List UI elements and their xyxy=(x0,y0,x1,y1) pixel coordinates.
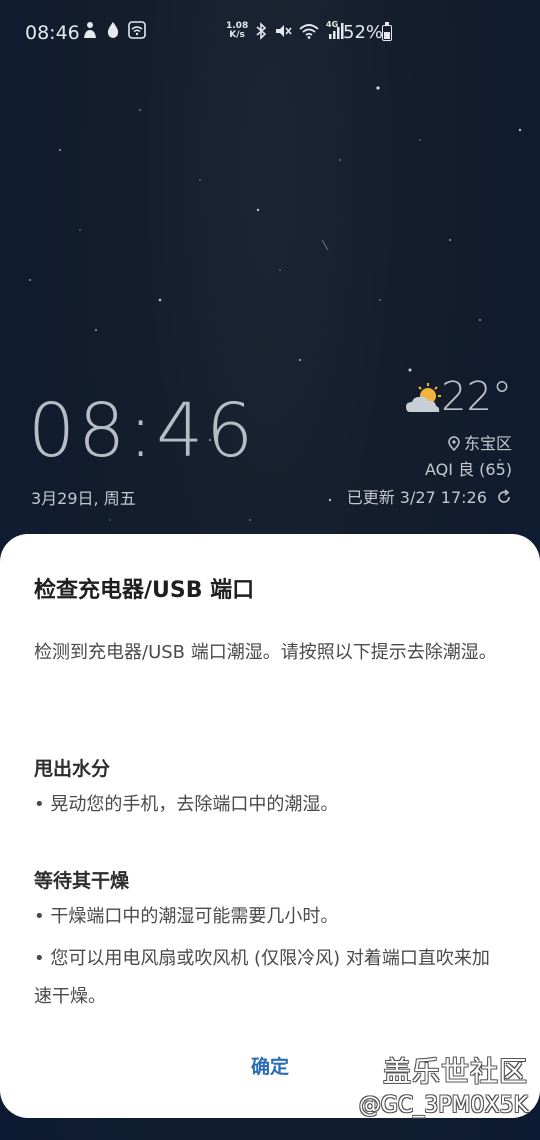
section-item-dry-fan: • 您可以用电风扇或吹风机 (仅限冷风) 对着端口直吹来加速干燥。 xyxy=(34,948,490,1007)
weather-location-label: 东宝区 xyxy=(463,434,512,453)
section-heading-dry: 等待其干燥 xyxy=(34,870,130,892)
section-item-shake: • 晃动您的手机，去除端口中的潮湿。 xyxy=(34,794,339,815)
section-heading-shake: 甩出水分 xyxy=(34,758,111,780)
dialog-message: 检测到充电器/USB 端口潮湿。请按照以下提示去除潮湿。 xyxy=(34,642,497,663)
battery-fill xyxy=(384,31,390,39)
weather-updated: 已更新 3/27 17:26 xyxy=(347,484,512,508)
net-speed-unit: K/s xyxy=(229,30,245,40)
water-drop-icon xyxy=(107,22,119,38)
partly-cloudy-icon xyxy=(406,383,441,412)
battery-percent: 52% xyxy=(343,22,384,43)
lockscreen-date: 3月29日, 周五 xyxy=(31,489,136,508)
ok-button[interactable]: 确定 xyxy=(220,1044,320,1090)
signal-4g-icon: 4G xyxy=(326,20,344,40)
weather-location: 东宝区 xyxy=(448,430,512,454)
watermark-user: @GC_3PM0X5K xyxy=(358,1093,528,1118)
bluetooth-icon xyxy=(256,22,267,40)
weather-widget[interactable]: 22° 东宝区 AQI 良 (65) 已更新 3/27 17:26 xyxy=(312,374,512,514)
wifi-box-icon xyxy=(128,21,146,39)
battery-icon xyxy=(382,22,392,41)
dialog-title: 检查充电器/USB 端口 xyxy=(34,578,255,603)
weather-aqi: AQI 良 (65) xyxy=(425,460,512,479)
wifi-icon xyxy=(299,24,319,39)
usb-moisture-dialog: 检查充电器/USB 端口 检测到充电器/USB 端口潮湿。请按照以下提示去除潮湿… xyxy=(0,534,540,1118)
refresh-icon[interactable] xyxy=(496,489,512,505)
watermark-title: 盖乐世社区 xyxy=(382,1055,528,1088)
section-item-dry-hours: • 干燥端口中的潮湿可能需要几小时。 xyxy=(34,906,339,927)
mute-vibrate-icon xyxy=(276,25,292,37)
person-notification-icon xyxy=(84,22,96,38)
location-pin-icon xyxy=(448,436,460,452)
weather-updated-label: 已更新 3/27 17:26 xyxy=(346,488,487,507)
status-left-icons xyxy=(82,21,146,39)
status-bar: 08:46 1.08 K/s 4G 52% xyxy=(0,0,540,66)
lockscreen-clock: 08:46 xyxy=(28,388,257,474)
weather-temperature: 22° xyxy=(441,374,512,420)
status-time: 08:46 xyxy=(25,22,80,44)
net-speed: 1.08 K/s xyxy=(226,22,248,40)
status-right-icons: 4G xyxy=(255,20,344,40)
